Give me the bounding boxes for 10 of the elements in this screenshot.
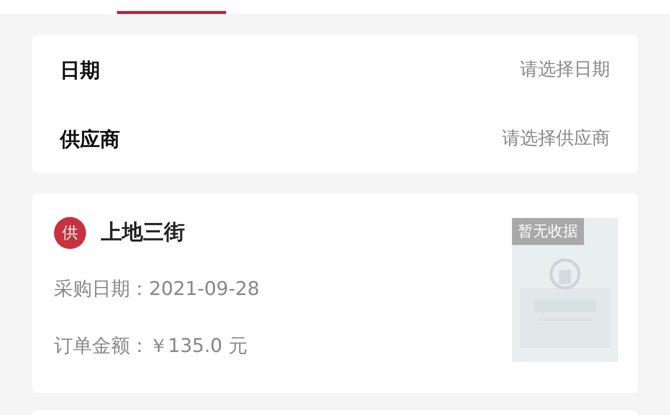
supplier-name: 上地三街 (101, 219, 185, 246)
order-card[interactable]: 供 上地三街 采购日期：2021-09-28 订单金额：￥135.0 元 暂无收据 (32, 193, 638, 393)
filter-select[interactable]: 请选择日期 (520, 56, 610, 83)
supplier-badge: 供 (54, 217, 86, 249)
filter-label: 日期 (60, 56, 100, 84)
filter-label: 供应商 (60, 126, 120, 152)
order-detail: 采购日期：2021-09-28 (54, 277, 260, 302)
order-detail: 订单金额：￥135.0 元 (54, 334, 248, 359)
receipt-tag: 暂无收据 (512, 218, 584, 244)
filter-select[interactable]: 请选择供应商 (502, 125, 610, 152)
